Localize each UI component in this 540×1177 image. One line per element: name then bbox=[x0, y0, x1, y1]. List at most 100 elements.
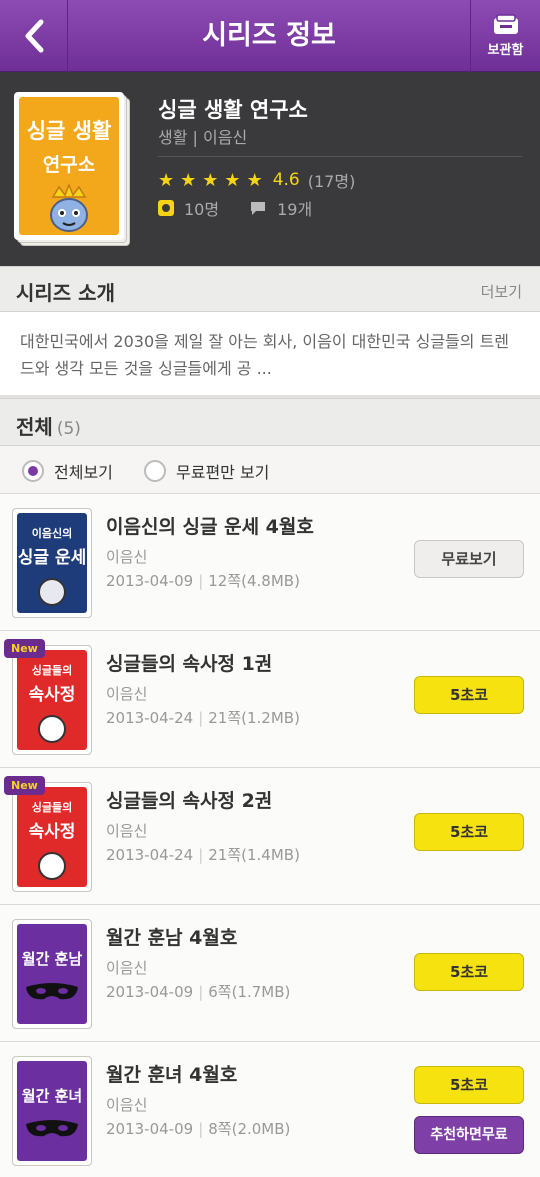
new-badge: New bbox=[4, 639, 45, 658]
item-author: 이음신 bbox=[106, 1096, 148, 1114]
star-icon: ★ bbox=[246, 169, 263, 191]
list-item[interactable]: 월간 훈남 월간 훈남 4월호 이음신 2013-04-09 | 6쪽(1.7MB)… bbox=[0, 905, 540, 1042]
thumb-text: 싱글들의 bbox=[31, 664, 73, 677]
cover-title-line1: 싱글 생활 bbox=[26, 119, 112, 143]
thumb-text: 싱글 운세 bbox=[17, 548, 87, 568]
more-link[interactable]: 더보기 bbox=[481, 281, 522, 302]
character-icon bbox=[50, 182, 88, 232]
item-title: 싱글들의 속사정 2권 bbox=[106, 790, 273, 812]
subscriber-icon bbox=[158, 200, 174, 216]
free-view-button[interactable]: 무료보기 bbox=[414, 540, 524, 578]
chevron-left-icon bbox=[25, 19, 43, 53]
series-info: 싱글 생활 연구소 싱글 생활 연구소 생활 | 이음신 ★ ★ ★ ★ ★ 4… bbox=[0, 72, 540, 266]
star-icon: ★ bbox=[202, 169, 219, 191]
item-date: 2013-04-09 bbox=[106, 572, 194, 590]
item-title: 월간 훈녀 4월호 bbox=[106, 1064, 238, 1086]
mask-icon bbox=[26, 1120, 78, 1137]
intro-text: 대한민국에서 2030을 제일 잘 아는 회사, 이음이 대한민국 싱글들의 트… bbox=[20, 332, 510, 378]
item-meta: 2013-04-24 | 21쪽(1.2MB) bbox=[106, 709, 300, 727]
thumb-text: 속사정 bbox=[28, 685, 76, 705]
item-size: 12쪽(4.8MB) bbox=[208, 572, 300, 590]
item-author: 이음신 bbox=[106, 685, 148, 703]
recommend-free-button[interactable]: 추천하면무료 bbox=[414, 1116, 524, 1154]
item-date: 2013-04-09 bbox=[106, 983, 194, 1001]
buy-button[interactable]: 5초코 bbox=[414, 1066, 524, 1104]
item-date: 2013-04-24 bbox=[106, 846, 194, 864]
list-item[interactable]: 월간 훈녀 월간 훈녀 4월호 이음신 2013-04-09 | 8쪽(2.0MB)… bbox=[0, 1042, 540, 1177]
item-thumbnail: 월간 훈남 bbox=[12, 919, 92, 1029]
radio-checked-icon bbox=[22, 460, 44, 482]
thumb-text: 월간 훈녀 bbox=[21, 1087, 83, 1105]
buy-button[interactable]: 5초코 bbox=[414, 953, 524, 991]
locker-icon bbox=[493, 14, 518, 34]
character-icon bbox=[38, 852, 66, 880]
star-icon: ★ bbox=[158, 169, 175, 191]
star-icon: ★ bbox=[224, 169, 241, 191]
item-meta: 2013-04-09 | 6쪽(1.7MB) bbox=[106, 983, 291, 1001]
cover-title-line2: 연구소 bbox=[42, 154, 96, 176]
radio-unchecked-icon bbox=[144, 460, 166, 482]
filter-all-label: 전체보기 bbox=[54, 463, 113, 482]
item-title: 이음신의 싱글 운세 4월호 bbox=[106, 516, 314, 538]
item-thumbnail: 월간 훈녀 bbox=[12, 1056, 92, 1166]
buy-button[interactable]: 5초코 bbox=[414, 813, 524, 851]
item-author: 이음신 bbox=[106, 959, 148, 977]
filter-all-radio[interactable]: 전체보기 bbox=[22, 459, 113, 483]
filter-free-radio[interactable]: 무료편만 보기 bbox=[144, 459, 269, 483]
thumb-text: 월간 훈남 bbox=[21, 950, 83, 968]
series-cover[interactable]: 싱글 생활 연구소 bbox=[14, 92, 130, 246]
item-size: 21쪽(1.4MB) bbox=[208, 846, 300, 864]
list-item[interactable]: New 싱글들의 속사정 싱글들의 속사정 2권 이음신 2013-04-24 |… bbox=[0, 768, 540, 905]
star-icon: ★ bbox=[180, 169, 197, 191]
all-header: 전체 (5) bbox=[0, 398, 540, 446]
rating-value: 4.6 bbox=[272, 170, 300, 190]
item-thumbnail: 싱글들의 속사정 bbox=[12, 782, 92, 892]
item-size: 8쪽(2.0MB) bbox=[208, 1120, 291, 1138]
thumb-text: 속사정 bbox=[28, 822, 76, 842]
top-bar: 시리즈 정보 보관함 bbox=[0, 0, 540, 72]
rating-row: ★ ★ ★ ★ ★ 4.6 (17명) bbox=[158, 168, 355, 192]
item-title: 월간 훈남 4월호 bbox=[106, 927, 238, 949]
comment-count: 19개 bbox=[277, 200, 313, 219]
item-thumbnail: 싱글들의 속사정 bbox=[12, 645, 92, 755]
item-author: 이음신 bbox=[106, 822, 148, 840]
series-title: 싱글 생활 연구소 bbox=[158, 98, 308, 122]
rating-count: (17명) bbox=[307, 172, 356, 191]
buy-button[interactable]: 5초코 bbox=[414, 676, 524, 714]
all-label: 전체 bbox=[16, 415, 53, 439]
list-item[interactable]: 이음신의 싱글 운세 이음신의 싱글 운세 4월호 이음신 2013-04-09… bbox=[0, 494, 540, 631]
filter-free-label: 무료편만 보기 bbox=[176, 463, 270, 482]
intro-title: 시리즈 소개 bbox=[16, 281, 115, 305]
character-icon bbox=[38, 715, 66, 743]
item-size: 21쪽(1.2MB) bbox=[208, 709, 300, 727]
subscriber-count: 10명 bbox=[184, 200, 220, 219]
item-meta: 2013-04-09 | 12쪽(4.8MB) bbox=[106, 572, 300, 590]
locker-button[interactable]: 보관함 bbox=[470, 0, 540, 72]
comment-icon bbox=[251, 202, 266, 215]
item-size: 6쪽(1.7MB) bbox=[208, 983, 291, 1001]
item-title: 싱글들의 속사정 1권 bbox=[106, 653, 273, 675]
new-badge: New bbox=[4, 776, 45, 795]
locker-label: 보관함 bbox=[487, 43, 524, 58]
item-author: 이음신 bbox=[106, 548, 148, 566]
list-item[interactable]: New 싱글들의 속사정 싱글들의 속사정 1권 이음신 2013-04-24 |… bbox=[0, 631, 540, 768]
character-icon bbox=[38, 578, 66, 606]
intro-body: 대한민국에서 2030을 제일 잘 아는 회사, 이음이 대한민국 싱글들의 트… bbox=[0, 312, 540, 398]
filter-row: 전체보기 무료편만 보기 bbox=[0, 446, 540, 494]
series-category-author: 생활 | 이음신 bbox=[158, 128, 248, 147]
back-button[interactable] bbox=[0, 0, 68, 72]
item-thumbnail: 이음신의 싱글 운세 bbox=[12, 508, 92, 618]
thumb-text: 싱글들의 bbox=[31, 801, 73, 814]
item-date: 2013-04-09 bbox=[106, 1120, 194, 1138]
all-count: (5) bbox=[56, 419, 81, 439]
divider bbox=[158, 156, 522, 157]
item-date: 2013-04-24 bbox=[106, 709, 194, 727]
page-title: 시리즈 정보 bbox=[202, 20, 336, 51]
stats-row: 10명 19개 bbox=[158, 196, 312, 220]
thumb-text: 이음신의 bbox=[31, 527, 73, 540]
all-title: 전체 (5) bbox=[16, 411, 81, 440]
intro-header: 시리즈 소개 더보기 bbox=[0, 266, 540, 312]
item-meta: 2013-04-09 | 8쪽(2.0MB) bbox=[106, 1120, 291, 1138]
item-meta: 2013-04-24 | 21쪽(1.4MB) bbox=[106, 846, 300, 864]
mask-icon bbox=[26, 983, 78, 1000]
